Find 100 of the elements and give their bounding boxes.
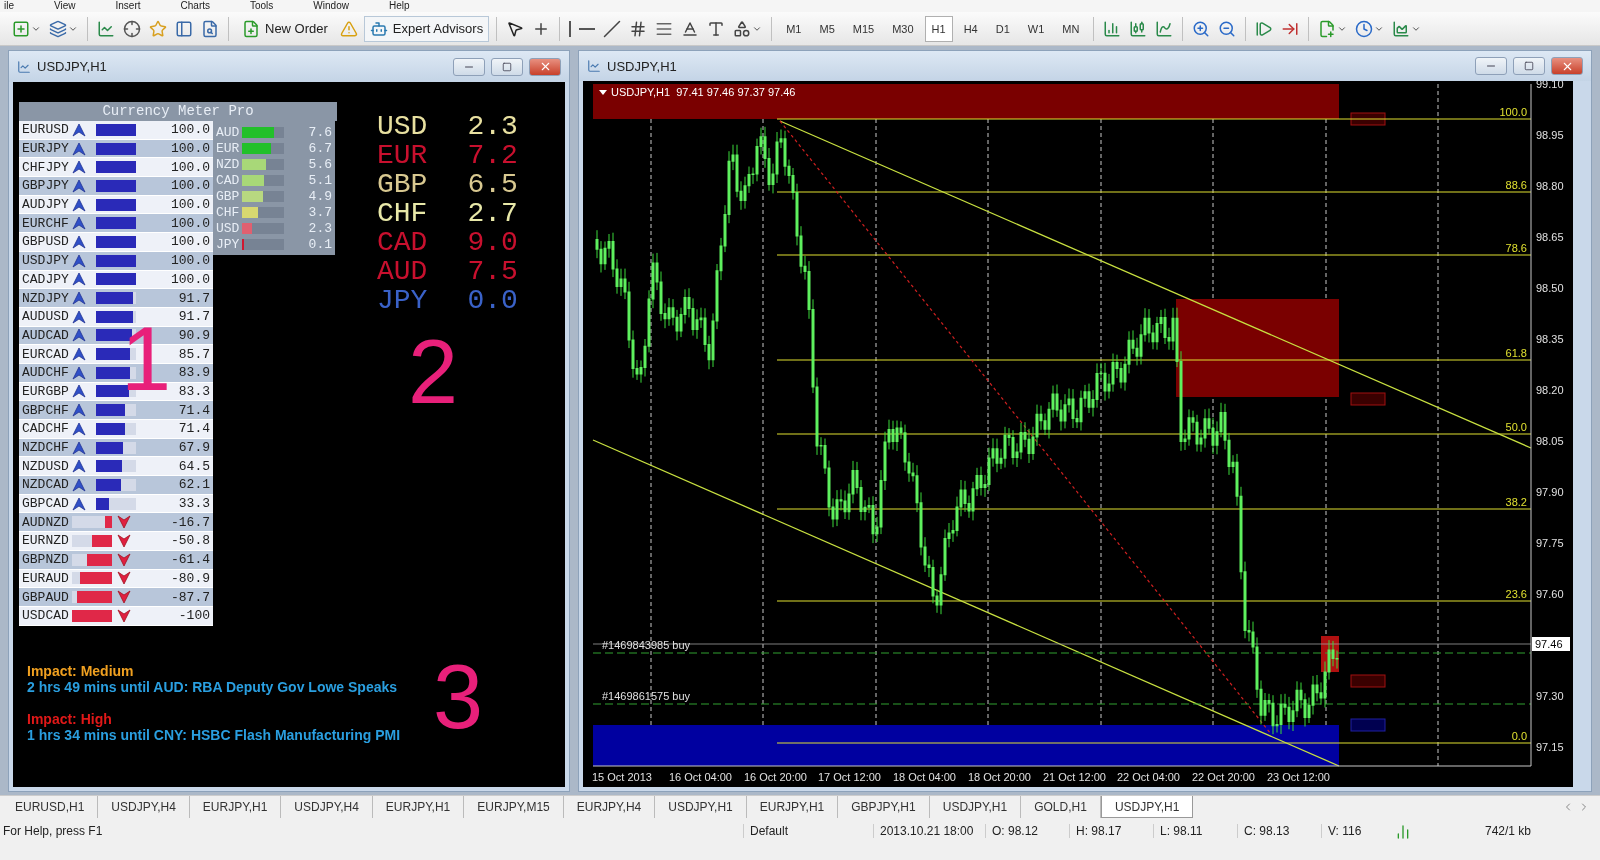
annotation-number: 3 xyxy=(433,652,484,742)
currency-label: CHF xyxy=(377,199,428,228)
price-axis-label: 98.65 xyxy=(1536,231,1564,243)
pair-value: 100.0 xyxy=(170,234,210,250)
timeframe-button[interactable]: M1 xyxy=(779,15,809,42)
pair-value: -80.9 xyxy=(170,570,210,586)
warning-icon xyxy=(339,19,358,38)
pair-name: NZDCAD xyxy=(22,477,70,493)
line-chart-icon xyxy=(1155,19,1174,38)
timeframe-button[interactable]: M5 xyxy=(812,15,842,42)
pair-name: EURCHF xyxy=(22,215,70,231)
text-icon xyxy=(681,19,700,38)
menu-item[interactable]: View xyxy=(54,0,76,12)
currency-label: USD xyxy=(377,112,428,141)
new-order-button[interactable]: New Order xyxy=(236,15,334,42)
news-text: 1 hrs 34 mins until CNY: HSBC Flash Manufacturing PMI xyxy=(27,727,402,743)
candlestick-icon xyxy=(1129,19,1148,38)
menu-item[interactable]: Help xyxy=(388,0,410,12)
score-value: 7.5 xyxy=(467,257,518,286)
menu-item[interactable]: Tools xyxy=(250,0,274,12)
meter-title: Currency Meter Pro xyxy=(19,102,337,121)
expert-advisors-button[interactable]: Expert Advisors xyxy=(363,15,490,42)
timeframe-button[interactable]: M15 xyxy=(845,15,882,42)
pair-value: 67.9 xyxy=(177,440,210,456)
menu-item[interactable]: Charts xyxy=(180,0,210,12)
currency-label: AUD xyxy=(216,124,240,140)
pair-name: CHFJPY xyxy=(22,159,70,175)
timeframe-button[interactable]: W1 xyxy=(1020,15,1052,42)
time-axis-label: 21 Oct 12:00 xyxy=(1043,771,1106,783)
open-price: O: 98.12 xyxy=(985,824,1069,838)
fib-level-label: 61.8 xyxy=(1505,347,1527,359)
pair-name: NZDCHF xyxy=(22,440,70,456)
currency-label: USD xyxy=(216,220,240,236)
maximize-icon xyxy=(502,61,512,72)
cursor-icon xyxy=(506,19,525,38)
menu-item[interactable]: Window xyxy=(313,0,349,12)
impact-label: Impact: Medium xyxy=(27,663,135,679)
annotation-number: 1 xyxy=(121,314,172,404)
timeframe-button[interactable]: D1 xyxy=(988,15,1017,42)
time-axis-label: 18 Oct 04:00 xyxy=(893,771,956,783)
strength-value: 7.6 xyxy=(307,124,332,140)
dropdown-triangle-icon xyxy=(599,90,607,95)
price-axis-label: 98.20 xyxy=(1536,384,1564,396)
timeframe-button[interactable]: H4 xyxy=(956,15,985,42)
pair-name: GBPJPY xyxy=(22,178,70,194)
pair-value: 33.3 xyxy=(177,496,210,512)
timeframe-button[interactable]: MN xyxy=(1055,15,1087,42)
currency-label: GBP xyxy=(216,188,240,204)
currency-label: JPY xyxy=(216,236,240,252)
strength-value: 5.1 xyxy=(307,172,332,188)
pair-name: EURGBP xyxy=(22,383,70,399)
timeframe-button[interactable]: M30 xyxy=(885,15,921,42)
chart-window-icon xyxy=(587,59,601,73)
price-axis-label: 98.05 xyxy=(1536,435,1564,447)
fib-level-label: 38.2 xyxy=(1505,496,1527,508)
pair-value: -50.8 xyxy=(170,533,210,549)
pair-name: NZDJPY xyxy=(22,290,70,306)
minimize-button[interactable] xyxy=(1475,57,1507,75)
profile-name: Default xyxy=(743,824,873,838)
timeframe-button[interactable]: H1 xyxy=(924,15,953,42)
price-axis-label: 98.35 xyxy=(1536,333,1564,345)
chart-header: USDJPY,H1 97.41 97.46 97.37 97.46 xyxy=(611,86,796,98)
annotation-number: 2 xyxy=(408,327,459,417)
news-text: 2 hrs 49 mins until AUD: RBA Deputy Gov Lowe Speaks xyxy=(27,679,399,695)
price-axis-label: 98.50 xyxy=(1536,282,1564,294)
score-value: 9.0 xyxy=(467,228,518,257)
strength-value: 6.7 xyxy=(307,140,332,156)
pair-value: 100.0 xyxy=(170,215,210,231)
pair-value: 100.0 xyxy=(170,271,210,287)
close-button[interactable] xyxy=(1551,57,1583,75)
menu-item[interactable]: ile xyxy=(4,0,14,12)
order-label: #1469843985 buy xyxy=(602,639,691,651)
pair-name: CADCHF xyxy=(22,421,70,437)
price-axis-label: 99.10 xyxy=(1536,81,1564,90)
window-title: USDJPY,H1 xyxy=(37,59,108,74)
chart-tab[interactable]: USDJPY,H1 xyxy=(1100,796,1194,818)
fib-level-label: 88.6 xyxy=(1505,179,1527,191)
robot-icon xyxy=(369,19,388,38)
strength-value: 5.6 xyxy=(307,156,332,172)
traffic: 742/1 kb xyxy=(1483,824,1531,838)
close-button[interactable] xyxy=(529,57,561,76)
score-value: 0.0 xyxy=(467,286,518,315)
auto-scroll-icon xyxy=(1255,19,1274,38)
chart-window-icon xyxy=(17,59,31,74)
panel-icon xyxy=(175,19,193,38)
fib-level-label: 100.0 xyxy=(1499,106,1527,118)
fib-level-label: 0.0 xyxy=(1511,730,1527,742)
layers-icon xyxy=(49,19,67,38)
menu-item[interactable]: Insert xyxy=(115,0,141,12)
maximize-button[interactable] xyxy=(1513,57,1545,75)
maximize-button[interactable] xyxy=(491,57,523,76)
time-axis-label: 17 Oct 12:00 xyxy=(818,771,881,783)
time-axis-label: 16 Oct 04:00 xyxy=(669,771,732,783)
pair-name: GBPNZD xyxy=(22,552,70,568)
pair-value: 91.7 xyxy=(177,290,210,306)
bar-time: 2013.10.21 18:00 xyxy=(873,824,985,838)
time-axis-label: 22 Oct 04:00 xyxy=(1117,771,1180,783)
pair-name: AUDNZD xyxy=(22,514,70,530)
minimize-button[interactable] xyxy=(453,57,485,76)
price-axis-label: 97.30 xyxy=(1536,690,1564,702)
